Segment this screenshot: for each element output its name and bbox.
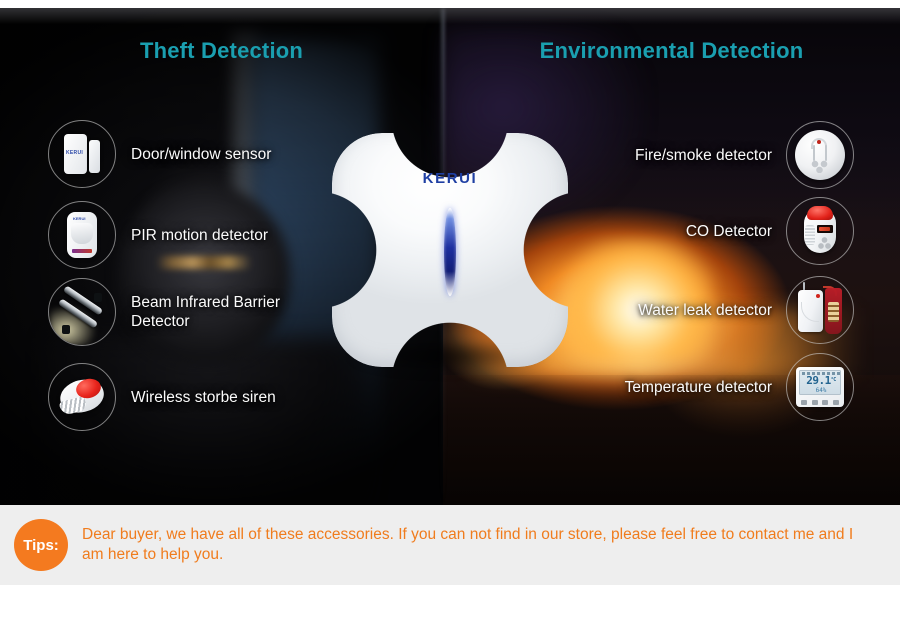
feature-label: Fire/smoke detector	[635, 146, 772, 164]
lcd-temperature-unit: °C	[830, 377, 837, 383]
lcd-temperature-value: 29.1	[806, 374, 831, 387]
tips-badge: Tips:	[14, 519, 68, 571]
thermostat-button[interactable]	[822, 399, 829, 405]
feature-label: Beam Infrared Barrier Detector	[131, 294, 281, 330]
feature-label: Wireless storbe siren	[131, 388, 276, 406]
product-banner: Theft Detection Environmental Detection …	[0, 0, 900, 636]
smoke-slot-part	[813, 145, 815, 161]
smoke-vent-part	[811, 160, 828, 173]
bottom-white-gutter	[0, 585, 900, 636]
smoke-slot-part	[825, 145, 827, 161]
environmental-detection-title: Environmental Detection	[539, 38, 804, 63]
pir-brand-text: KERUI	[73, 216, 86, 221]
temperature-detector-icon: 29.1°C 64%	[792, 359, 848, 415]
co-detector-icon	[792, 203, 848, 259]
feature-pir-motion-detector[interactable]: KERUI PIR motion detector	[48, 201, 268, 269]
co-display-part	[817, 225, 833, 233]
thermostat-button[interactable]	[801, 399, 807, 405]
sensor-brand-text: KERUI	[66, 150, 84, 156]
feature-beam-infrared-barrier[interactable]: Beam Infrared Barrier Detector	[48, 278, 280, 346]
pir-led-part	[72, 249, 92, 253]
door-window-sensor-icon: KERUI	[54, 126, 110, 182]
wireless-strobe-siren-icon	[54, 369, 110, 425]
sensor-magnet-part	[89, 140, 100, 173]
lcd-temperature-row: 29.1°C	[800, 374, 840, 387]
feature-label: Water leak detector	[638, 301, 772, 319]
feature-label: CO Detector	[685, 222, 772, 240]
feature-label: Door/window sensor	[131, 145, 272, 163]
top-white-gutter	[0, 0, 900, 8]
theft-detection-title: Theft Detection	[139, 38, 304, 63]
pir-motion-detector-icon: KERUI	[54, 207, 110, 263]
thermostat-buttons[interactable]	[801, 399, 839, 405]
panel-brand-text: KERUI	[422, 170, 478, 187]
feature-door-window-sensor[interactable]: KERUI Door/window sensor	[48, 120, 271, 188]
thermostat-lcd-screen: 29.1°C 64%	[799, 370, 841, 395]
feature-co-detector[interactable]: CO Detector	[686, 197, 854, 265]
feature-water-leak-detector[interactable]: Water leak detector	[638, 276, 854, 344]
water-led-part	[816, 294, 820, 298]
panel-led-indicator	[444, 208, 456, 296]
tips-bar: Tips: Dear buyer, we have all of these a…	[0, 505, 900, 585]
beam-infrared-barrier-badge	[48, 278, 116, 346]
smoke-led-part	[817, 140, 821, 144]
co-vent-part	[805, 225, 815, 245]
co-red-cap-part	[807, 206, 833, 220]
feature-label: PIR motion detector	[131, 226, 268, 244]
door-window-sensor-badge: KERUI	[48, 120, 116, 188]
water-leak-detector-icon	[792, 282, 848, 338]
alarm-host-panel: KERUI	[332, 133, 568, 381]
beam-cap-part	[94, 293, 102, 302]
co-detector-badge	[786, 197, 854, 265]
water-leak-detector-badge	[786, 276, 854, 344]
feature-fire-smoke-detector[interactable]: Fire/smoke detector	[635, 121, 854, 189]
fire-smoke-detector-icon	[792, 127, 848, 183]
co-logo-part	[818, 237, 831, 249]
feature-temperature-detector[interactable]: 29.1°C 64% Temperature detector	[625, 353, 854, 421]
temperature-detector-badge: 29.1°C 64%	[786, 353, 854, 421]
thermostat-button[interactable]	[811, 399, 818, 405]
feature-label: Temperature detector	[624, 378, 772, 396]
feature-wireless-strobe-siren[interactable]: Wireless storbe siren	[48, 363, 276, 431]
thermostat-button[interactable]	[832, 399, 839, 405]
beam-infrared-barrier-icon	[50, 284, 110, 345]
beam-cap-part	[62, 325, 70, 334]
wireless-strobe-siren-badge	[48, 363, 116, 431]
hero-section: Theft Detection Environmental Detection …	[0, 8, 900, 505]
pir-motion-detector-badge: KERUI	[48, 201, 116, 269]
water-probe-part	[825, 288, 842, 334]
tips-message: Dear buyer, we have all of these accesso…	[82, 526, 854, 563]
hero-top-fade	[0, 8, 900, 24]
fire-smoke-detector-badge	[786, 121, 854, 189]
pir-lens-part	[71, 223, 93, 244]
lcd-humidity-value: 64%	[815, 387, 827, 394]
